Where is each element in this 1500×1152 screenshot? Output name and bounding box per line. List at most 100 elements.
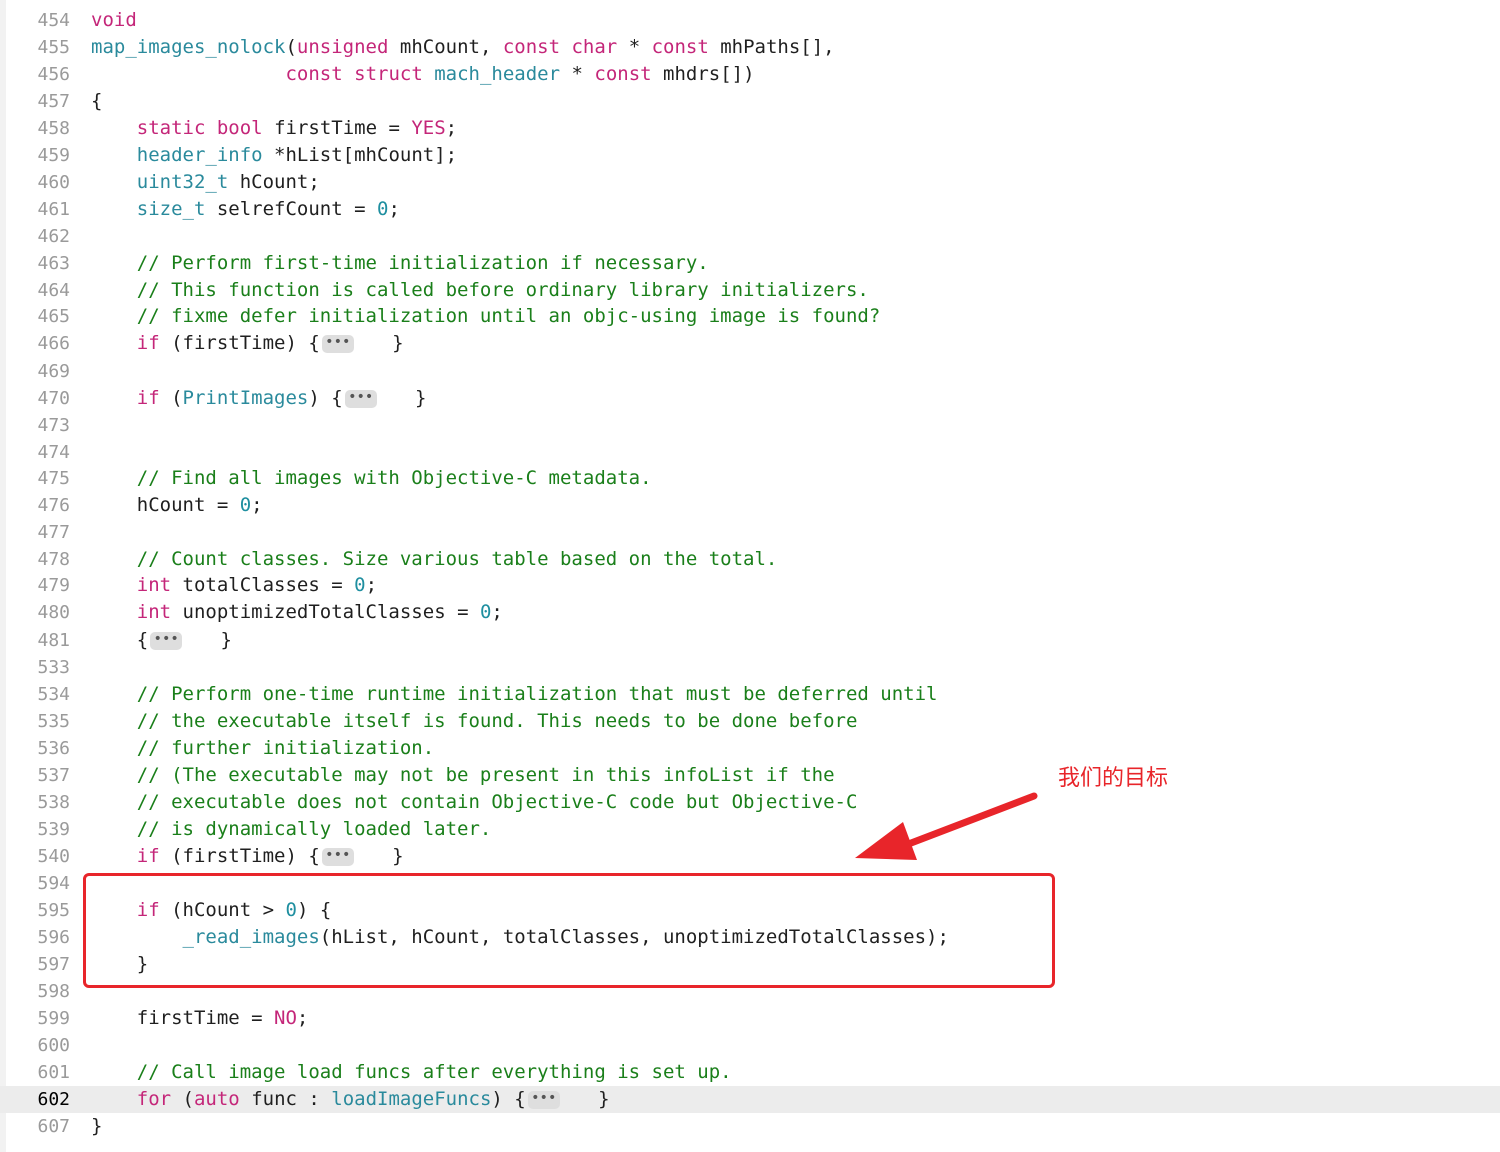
code-line[interactable]: 469	[0, 358, 1500, 385]
code-text: // Count classes. Size various table bas…	[91, 546, 778, 573]
code-line[interactable]: 459 header_info *hList[mhCount];	[0, 142, 1500, 169]
code-line[interactable]: 481 {••• }	[0, 627, 1500, 654]
code-token: loadImageFuncs	[331, 1088, 492, 1110]
code-line[interactable]: 479 int totalClasses = 0;	[0, 572, 1500, 599]
code-line[interactable]: 535 // the executable itself is found. T…	[0, 708, 1500, 735]
code-line[interactable]: 463 // Perform first-time initialization…	[0, 250, 1500, 277]
code-line[interactable]: 461 size_t selrefCount = 0;	[0, 196, 1500, 223]
code-token: (	[159, 387, 183, 409]
code-line[interactable]: 476 hCount = 0;	[0, 492, 1500, 519]
code-line[interactable]: 457 {	[0, 88, 1500, 115]
code-text: // fixme defer initialization until an o…	[91, 303, 881, 330]
code-line[interactable]: 537 // (The executable may not be presen…	[0, 762, 1500, 789]
code-line[interactable]: 480 int unoptimizedTotalClasses = 0;	[0, 599, 1500, 626]
line-number: 466	[37, 333, 70, 354]
fold-ellipsis-button[interactable]: •••	[527, 1090, 560, 1109]
code-text: }	[91, 1113, 102, 1140]
code-text: int unoptimizedTotalClasses = 0;	[91, 599, 503, 626]
code-line[interactable]: 477	[0, 519, 1500, 546]
code-line[interactable]: 475 // Find all images with Objective-C …	[0, 465, 1500, 492]
code-text: // the executable itself is found. This …	[91, 708, 858, 735]
code-line[interactable]: 474	[0, 439, 1500, 466]
line-number: 475	[37, 468, 70, 489]
code-text: // (The executable may not be present in…	[91, 762, 835, 789]
code-line[interactable]: 602 for (auto func : loadImageFuncs) {••…	[0, 1086, 1500, 1113]
code-token: {	[91, 629, 149, 651]
code-line[interactable]: 466 if (firstTime) {••• }	[0, 330, 1500, 357]
code-line[interactable]: 478 // Count classes. Size various table…	[0, 546, 1500, 573]
fold-ellipsis-button[interactable]: •••	[344, 389, 377, 408]
code-line[interactable]: 599 firstTime = NO;	[0, 1005, 1500, 1032]
code-line[interactable]: 607}	[0, 1113, 1500, 1140]
line-number: 481	[37, 630, 70, 651]
highlight-box	[83, 873, 1055, 988]
line-number: 596	[37, 927, 70, 948]
code-comment: // executable does not contain Objective…	[91, 791, 858, 813]
code-token: selrefCount =	[205, 198, 377, 220]
code-editor[interactable]: 454 void 455 map_images_nolock(unsigned mhC…	[0, 0, 1500, 1152]
code-token: int	[136, 574, 172, 596]
code-token: ;	[296, 1007, 309, 1029]
code-comment: // (The executable may not be present in…	[91, 764, 835, 786]
code-line[interactable]: 465 // fixme defer initialization until …	[0, 303, 1500, 330]
line-number: 478	[37, 549, 70, 570]
code-token: mach_header	[434, 63, 561, 85]
code-line[interactable]: 464 // This function is called before or…	[0, 277, 1500, 304]
code-line[interactable]: 534 // Perform one-time runtime initiali…	[0, 681, 1500, 708]
line-number: 536	[37, 738, 70, 759]
code-line[interactable]: 601 // Call image load funcs after every…	[0, 1059, 1500, 1086]
code-token: firstTime =	[262, 117, 412, 139]
code-text: // further initialization.	[91, 735, 434, 762]
code-token: int	[136, 601, 172, 623]
code-line[interactable]: 538 // executable does not contain Objec…	[0, 789, 1500, 816]
code-text: {••• }	[91, 627, 232, 654]
code-line[interactable]: 458 static bool firstTime = YES;	[0, 115, 1500, 142]
code-token: {	[91, 90, 103, 112]
fold-ellipsis-button[interactable]: •••	[321, 847, 354, 866]
fold-ellipsis-button[interactable]: •••	[150, 631, 183, 650]
code-line[interactable]: 455 map_images_nolock(unsigned mhCount, c…	[0, 34, 1500, 61]
code-line[interactable]: 460 uint32_t hCount;	[0, 169, 1500, 196]
code-text: {	[91, 88, 102, 115]
code-token: 0	[239, 494, 252, 516]
code-line[interactable]: 473	[0, 412, 1500, 439]
line-number: 479	[37, 575, 70, 596]
line-number: 540	[37, 846, 70, 867]
code-token: for	[136, 1088, 172, 1110]
code-line[interactable]: 533	[0, 654, 1500, 681]
line-number: 537	[37, 765, 70, 786]
code-token: }	[357, 332, 404, 354]
line-number: 473	[37, 415, 70, 436]
code-line[interactable]: 539 // is dynamically loaded later.	[0, 816, 1500, 843]
code-text: // executable does not contain Objective…	[91, 789, 858, 816]
code-line[interactable]: 540 if (firstTime) {••• }	[0, 843, 1500, 870]
code-text: header_info *hList[mhCount];	[91, 142, 457, 169]
code-line[interactable]: 456 const struct mach_header * const mhd…	[0, 61, 1500, 88]
code-text: map_images_nolock(unsigned mhCount, cons…	[91, 34, 835, 61]
code-token: 0	[354, 574, 366, 596]
code-line[interactable]: 462	[0, 223, 1500, 250]
code-comment: // fixme defer initialization until an o…	[91, 305, 881, 327]
line-number: 602	[37, 1089, 70, 1110]
line-number: 600	[37, 1035, 70, 1056]
code-line[interactable]: 470 if (PrintImages) {••• }	[0, 385, 1500, 412]
code-token: YES	[411, 117, 446, 139]
code-token: hCount;	[228, 171, 320, 193]
code-line[interactable]: 600	[0, 1032, 1500, 1059]
code-token: 0	[377, 198, 389, 220]
code-comment: // Call image load funcs after everythin…	[91, 1061, 732, 1083]
code-text: // This function is called before ordina…	[91, 277, 869, 304]
fold-ellipsis-button[interactable]: •••	[321, 334, 354, 353]
code-line[interactable]: 454 void	[0, 7, 1500, 34]
code-line[interactable]: 536 // further initialization.	[0, 735, 1500, 762]
code-comment: // the executable itself is found. This …	[91, 710, 858, 732]
code-token: 0	[479, 601, 492, 623]
